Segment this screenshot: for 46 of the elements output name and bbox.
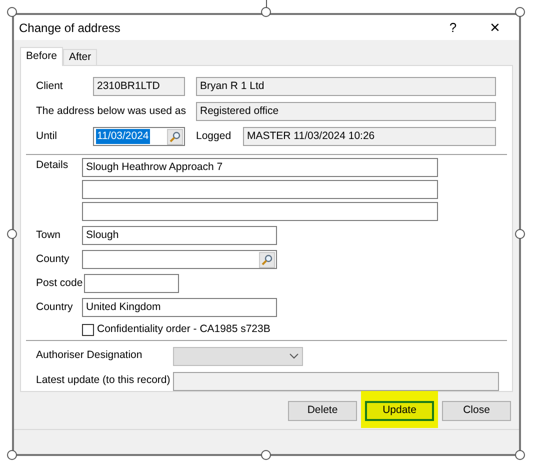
text-field[interactable]: Registered office — [196, 102, 496, 121]
selection-handle[interactable] — [7, 7, 17, 17]
help-button[interactable]: ? — [443, 18, 463, 38]
text-field[interactable] — [82, 250, 277, 269]
text-field[interactable] — [82, 202, 438, 221]
dialog-button[interactable]: Update — [365, 400, 434, 420]
selection-handle[interactable] — [261, 7, 271, 17]
checkbox-label: Confidentiality order - CA1985 s723B — [97, 322, 270, 337]
text-field[interactable]: Slough Heathrow Approach 7 — [82, 158, 438, 177]
close-button[interactable]: × — [485, 19, 505, 36]
text-field[interactable] — [173, 372, 499, 391]
tab[interactable]: After — [62, 49, 98, 65]
field-label: Until — [36, 128, 58, 144]
field-label: Latest update (to this record) — [36, 373, 172, 388]
field-label: Post code — [36, 276, 84, 291]
text-field[interactable] — [84, 274, 179, 293]
checkbox[interactable] — [82, 324, 94, 336]
field-label: Client — [36, 78, 64, 94]
text-field[interactable]: Bryan R 1 Ltd — [196, 77, 496, 96]
dialog-button[interactable]: Close — [442, 400, 511, 420]
search-icon[interactable] — [167, 128, 183, 144]
chevron-icon — [289, 353, 299, 360]
text-field[interactable]: United Kingdom — [82, 298, 277, 317]
text-field[interactable]: 2310BR1LTD — [93, 77, 185, 96]
selection-handle[interactable] — [515, 450, 525, 460]
text-field[interactable]: MASTER 11/03/2024 10:26 — [243, 127, 496, 146]
field-label: County — [36, 252, 70, 267]
selection-handle[interactable] — [515, 229, 525, 239]
field-label: Authoriser Designation — [36, 348, 144, 364]
selection-handle[interactable] — [7, 229, 17, 239]
selection-handle[interactable] — [261, 450, 271, 460]
field-label: Country — [36, 300, 74, 315]
dialog-button[interactable]: Delete — [288, 400, 357, 420]
search-icon[interactable] — [259, 252, 275, 268]
field-label: Details — [36, 158, 70, 173]
window-title: Change of address — [19, 20, 122, 36]
selection-handle[interactable] — [7, 450, 17, 460]
field-label: The address below was used as — [36, 104, 187, 119]
tab[interactable]: Before — [20, 47, 63, 66]
text-field[interactable]: 11/03/2024 — [93, 127, 185, 146]
text-field[interactable]: Slough — [82, 226, 277, 245]
text-field[interactable] — [82, 180, 438, 199]
selection-handle[interactable] — [515, 7, 525, 17]
field-label: Town — [36, 228, 62, 243]
field-label: Logged — [196, 128, 232, 144]
rotate-handle-stem — [266, 0, 267, 8]
